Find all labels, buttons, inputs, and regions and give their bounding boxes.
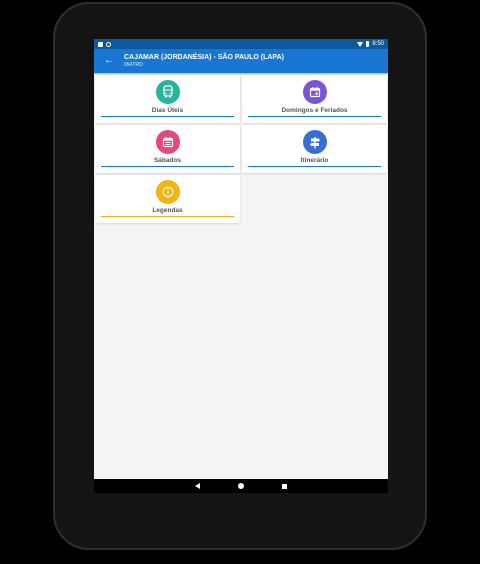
wifi-icon	[357, 41, 364, 47]
card-underline	[248, 116, 381, 117]
menu-card-sabados[interactable]: Sábados	[95, 125, 240, 173]
info-icon	[155, 180, 180, 204]
nav-home-icon[interactable]	[238, 483, 244, 489]
nav-back-icon[interactable]	[195, 483, 200, 489]
menu-card-label: Legendas	[152, 207, 183, 214]
card-underline	[101, 116, 234, 117]
signpost-icon	[302, 130, 327, 154]
battery-icon	[366, 41, 370, 47]
menu-card-legendas[interactable]: Legendas	[95, 175, 240, 223]
card-underline	[101, 216, 234, 217]
page-title: CAJAMAR (JORDANÉSIA) - SÃO PAULO (LAPA)	[124, 54, 284, 61]
menu-card-label: Dias Úteis	[151, 107, 184, 114]
menu-card-label: Sábados	[153, 157, 182, 164]
nav-recents-icon[interactable]	[282, 483, 287, 489]
sync-icon	[106, 41, 111, 47]
calendar-icon	[155, 130, 180, 154]
calendar-icon	[302, 80, 327, 104]
menu-card-label: Itinerário	[300, 157, 329, 164]
back-arrow-icon[interactable]: ←	[104, 56, 122, 66]
menu-card-domingos-feriados[interactable]: Domingos e Feriados	[242, 75, 387, 123]
app-bar: ← CAJAMAR (JORDANÉSIA) - SÃO PAULO (LAPA…	[94, 49, 388, 73]
system-nav-bar	[94, 479, 388, 493]
notification-icon	[98, 41, 103, 47]
page-subtitle: 054TRO	[124, 62, 143, 68]
card-underline	[248, 166, 381, 167]
screen: 8:50 ← CAJAMAR (JORDANÉSIA) - SÃO PAULO …	[94, 39, 388, 493]
bus-icon	[155, 80, 180, 104]
menu-grid: Dias Úteis Domingos e Feriados Sábados I…	[94, 73, 388, 473]
menu-card-label: Domingos e Feriados	[281, 107, 348, 114]
card-underline	[101, 166, 234, 167]
menu-card-dias-uteis[interactable]: Dias Úteis	[95, 75, 240, 123]
status-time: 8:50	[372, 41, 384, 47]
status-bar: 8:50	[94, 39, 388, 49]
menu-card-itinerario[interactable]: Itinerário	[242, 125, 387, 173]
